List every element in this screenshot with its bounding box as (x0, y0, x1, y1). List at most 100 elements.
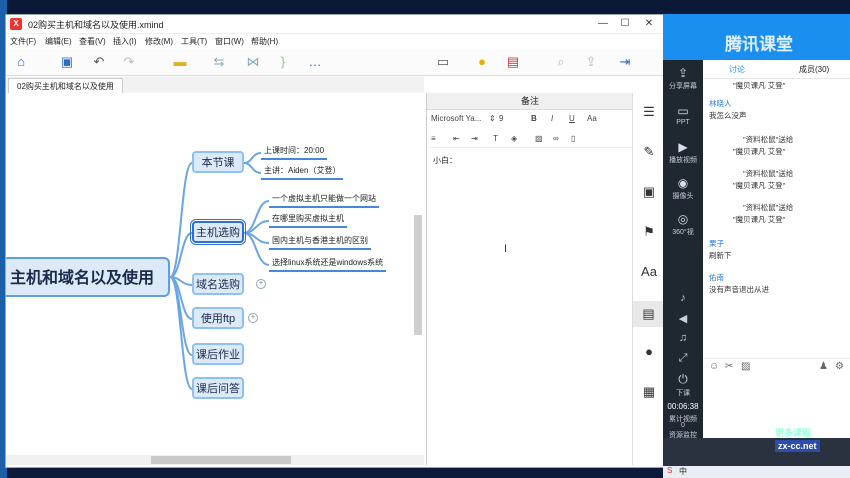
play-video-button[interactable]: ▶ 播放视频 (663, 140, 703, 165)
menu-insert[interactable]: 插入(I) (113, 36, 137, 47)
redo-icon[interactable]: ↷ (120, 53, 138, 71)
subtopic-lecturer[interactable]: 主讲：Aiden（艾登） (261, 165, 344, 180)
subtopic-linux-or-windows[interactable]: 选择linux系统还是windows系统 (269, 257, 387, 272)
tab-discussion[interactable]: 讨论 (729, 64, 745, 75)
expand-icon[interactable]: + (256, 279, 266, 289)
export-icon[interactable]: ⇥ (616, 53, 634, 71)
chat-user-name[interactable]: 佑南 (709, 273, 724, 282)
format-icon[interactable]: ▤ (504, 53, 522, 71)
chat-user-name[interactable]: 栗子 (709, 239, 724, 248)
task-icon[interactable]: ▦ (640, 383, 658, 401)
boundary-icon[interactable]: ⋈ (244, 53, 262, 71)
ppt-button[interactable]: ▭ PPT (663, 104, 703, 126)
font-spin-icon[interactable]: ⇕ (489, 114, 496, 123)
menu-tools[interactable]: 工具(T) (181, 36, 207, 47)
chat-message: 栗子 (709, 238, 724, 249)
subtopic-domestic-vs-hk[interactable]: 国内主机与香港主机的区别 (269, 235, 371, 250)
search-icon[interactable]: ⌕ (552, 53, 570, 71)
menu-view[interactable]: 查看(V) (79, 36, 106, 47)
ppt-label: PPT (676, 119, 690, 126)
comment-icon[interactable]: ● (640, 343, 658, 361)
members-icon[interactable]: ♟ (819, 361, 828, 372)
align-icon[interactable]: ≡ (431, 134, 436, 143)
close-button[interactable]: ✕ (640, 17, 658, 31)
menu-edit[interactable]: 编辑(E) (45, 36, 72, 47)
central-topic[interactable]: 主机和域名以及使用 (6, 257, 170, 297)
topic-homework[interactable]: 课后作业 (192, 343, 244, 365)
relationship-icon[interactable]: ⇆ (210, 53, 228, 71)
mindmap-canvas[interactable]: 主机和域名以及使用 本节课 主机选购 域名选购 + 使用ftp + 课后作业 课… (6, 93, 424, 455)
marker-icon[interactable]: ⚑ (640, 223, 658, 241)
emoji-icon[interactable]: ☺ (709, 361, 719, 372)
editor-tab-bar: 02购买主机和域名以及使用 (6, 77, 424, 94)
summary-icon[interactable]: } (274, 53, 292, 71)
topic-domain-purchase[interactable]: 域名选购 (192, 273, 244, 295)
size-select[interactable]: 9 (499, 114, 503, 123)
font-select[interactable]: Microsoft Ya... (431, 114, 481, 123)
music-icon[interactable]: ♫ (663, 332, 703, 344)
camera-button[interactable]: ◉ 摄像头 (663, 176, 703, 201)
save-icon[interactable]: ▣ (58, 53, 76, 71)
tab-members[interactable]: 成员(30) (799, 64, 829, 75)
more-icon[interactable]: … (306, 53, 324, 71)
topic-icon[interactable]: ▬ (171, 53, 189, 71)
menu-window[interactable]: 窗口(W) (215, 36, 244, 47)
text-color-icon[interactable]: T (493, 134, 498, 143)
image-icon[interactable]: ▨ (535, 134, 543, 143)
fullscreen-icon[interactable]: ⤢ (663, 352, 703, 365)
ime-language[interactable]: 中 (679, 466, 687, 477)
style-icon[interactable]: Aa (640, 263, 658, 281)
undo-icon[interactable]: ↶ (90, 53, 108, 71)
speaker-icon[interactable]: ◀ (663, 312, 703, 325)
expand-icon[interactable]: + (248, 313, 258, 323)
topic-this-lesson[interactable]: 本节课 (192, 151, 244, 173)
notes-panel-icon[interactable]: ▤ (633, 301, 664, 327)
share-screen-button[interactable]: ⇪ 分享屏幕 (663, 66, 703, 91)
play-video-label: 播放视频 (669, 157, 697, 164)
menu-help[interactable]: 帮助(H) (251, 36, 278, 47)
idea-icon[interactable]: ● (473, 53, 491, 71)
desktop-background (0, 0, 850, 14)
indent-icon[interactable]: ⇥ (471, 134, 478, 143)
minimize-button[interactable]: — (594, 17, 612, 31)
topic-qa[interactable]: 课后问答 (192, 377, 244, 399)
outline-icon[interactable]: ☰ (640, 103, 658, 121)
scissors-icon[interactable]: ✂ (725, 361, 733, 372)
clear-icon[interactable]: ▯ (571, 134, 575, 143)
subtopic-where-buy[interactable]: 在哪里购买虚拟主机 (269, 213, 347, 228)
image-panel-icon[interactable]: ▣ (640, 183, 658, 201)
subtopic-class-time[interactable]: 上课时间：20:00 (261, 145, 328, 160)
settings-icon[interactable]: ⚙ (835, 361, 844, 372)
menu-file[interactable]: 文件(F) (10, 36, 36, 47)
vr-button[interactable]: ◎ 360°视 (663, 212, 703, 237)
window-title: 02购买主机和域名以及使用.xmind (28, 20, 164, 30)
presentation-icon[interactable]: ▭ (434, 53, 452, 71)
link-icon[interactable]: ∞ (553, 134, 559, 143)
italic-button[interactable]: I (551, 114, 553, 123)
format-brush-icon[interactable]: ✎ (640, 143, 658, 161)
case-button[interactable]: Aa (587, 114, 597, 123)
underline-button[interactable]: U (569, 114, 575, 123)
end-class-button[interactable]: ⏻ 下课 (663, 372, 703, 398)
vertical-scrollbar[interactable] (414, 215, 422, 335)
share-icon[interactable]: ⇪ (582, 53, 600, 71)
chat-message: "魔贝课凡 艾登" (733, 147, 786, 156)
ime-logo-icon[interactable]: S (667, 466, 672, 475)
menu-modify[interactable]: 修改(M) (145, 36, 173, 47)
maximize-button[interactable]: ☐ (616, 17, 634, 31)
teacher-toolbar: ⇪ 分享屏幕 ▭ PPT ▶ 播放视频 ◉ 摄像头 ◎ 360°视 ♪ ◀ ♫ ⤢ ⏻ 下课… (663, 60, 703, 466)
horizontal-scrollbar[interactable] (151, 456, 291, 464)
bold-button[interactable]: B (531, 114, 537, 123)
outdent-icon[interactable]: ⇤ (453, 134, 460, 143)
tencent-brand: 腾讯课堂 (725, 35, 793, 54)
home-icon[interactable]: ⌂ (12, 53, 30, 71)
notes-body[interactable]: 小白： (433, 155, 457, 166)
topic-host-purchase[interactable]: 主机选购 (190, 219, 246, 245)
subtopic-one-site[interactable]: 一个虚拟主机只能做一个网站 (269, 193, 379, 208)
highlight-icon[interactable]: ◈ (511, 134, 517, 143)
chat-user-name[interactable]: 林晓人 (709, 99, 732, 108)
editor-tab[interactable]: 02购买主机和域名以及使用 (8, 78, 123, 94)
topic-use-ftp[interactable]: 使用ftp (192, 307, 244, 329)
mic-icon[interactable]: ♪ (663, 292, 703, 304)
image-icon[interactable]: ▨ (741, 361, 750, 372)
